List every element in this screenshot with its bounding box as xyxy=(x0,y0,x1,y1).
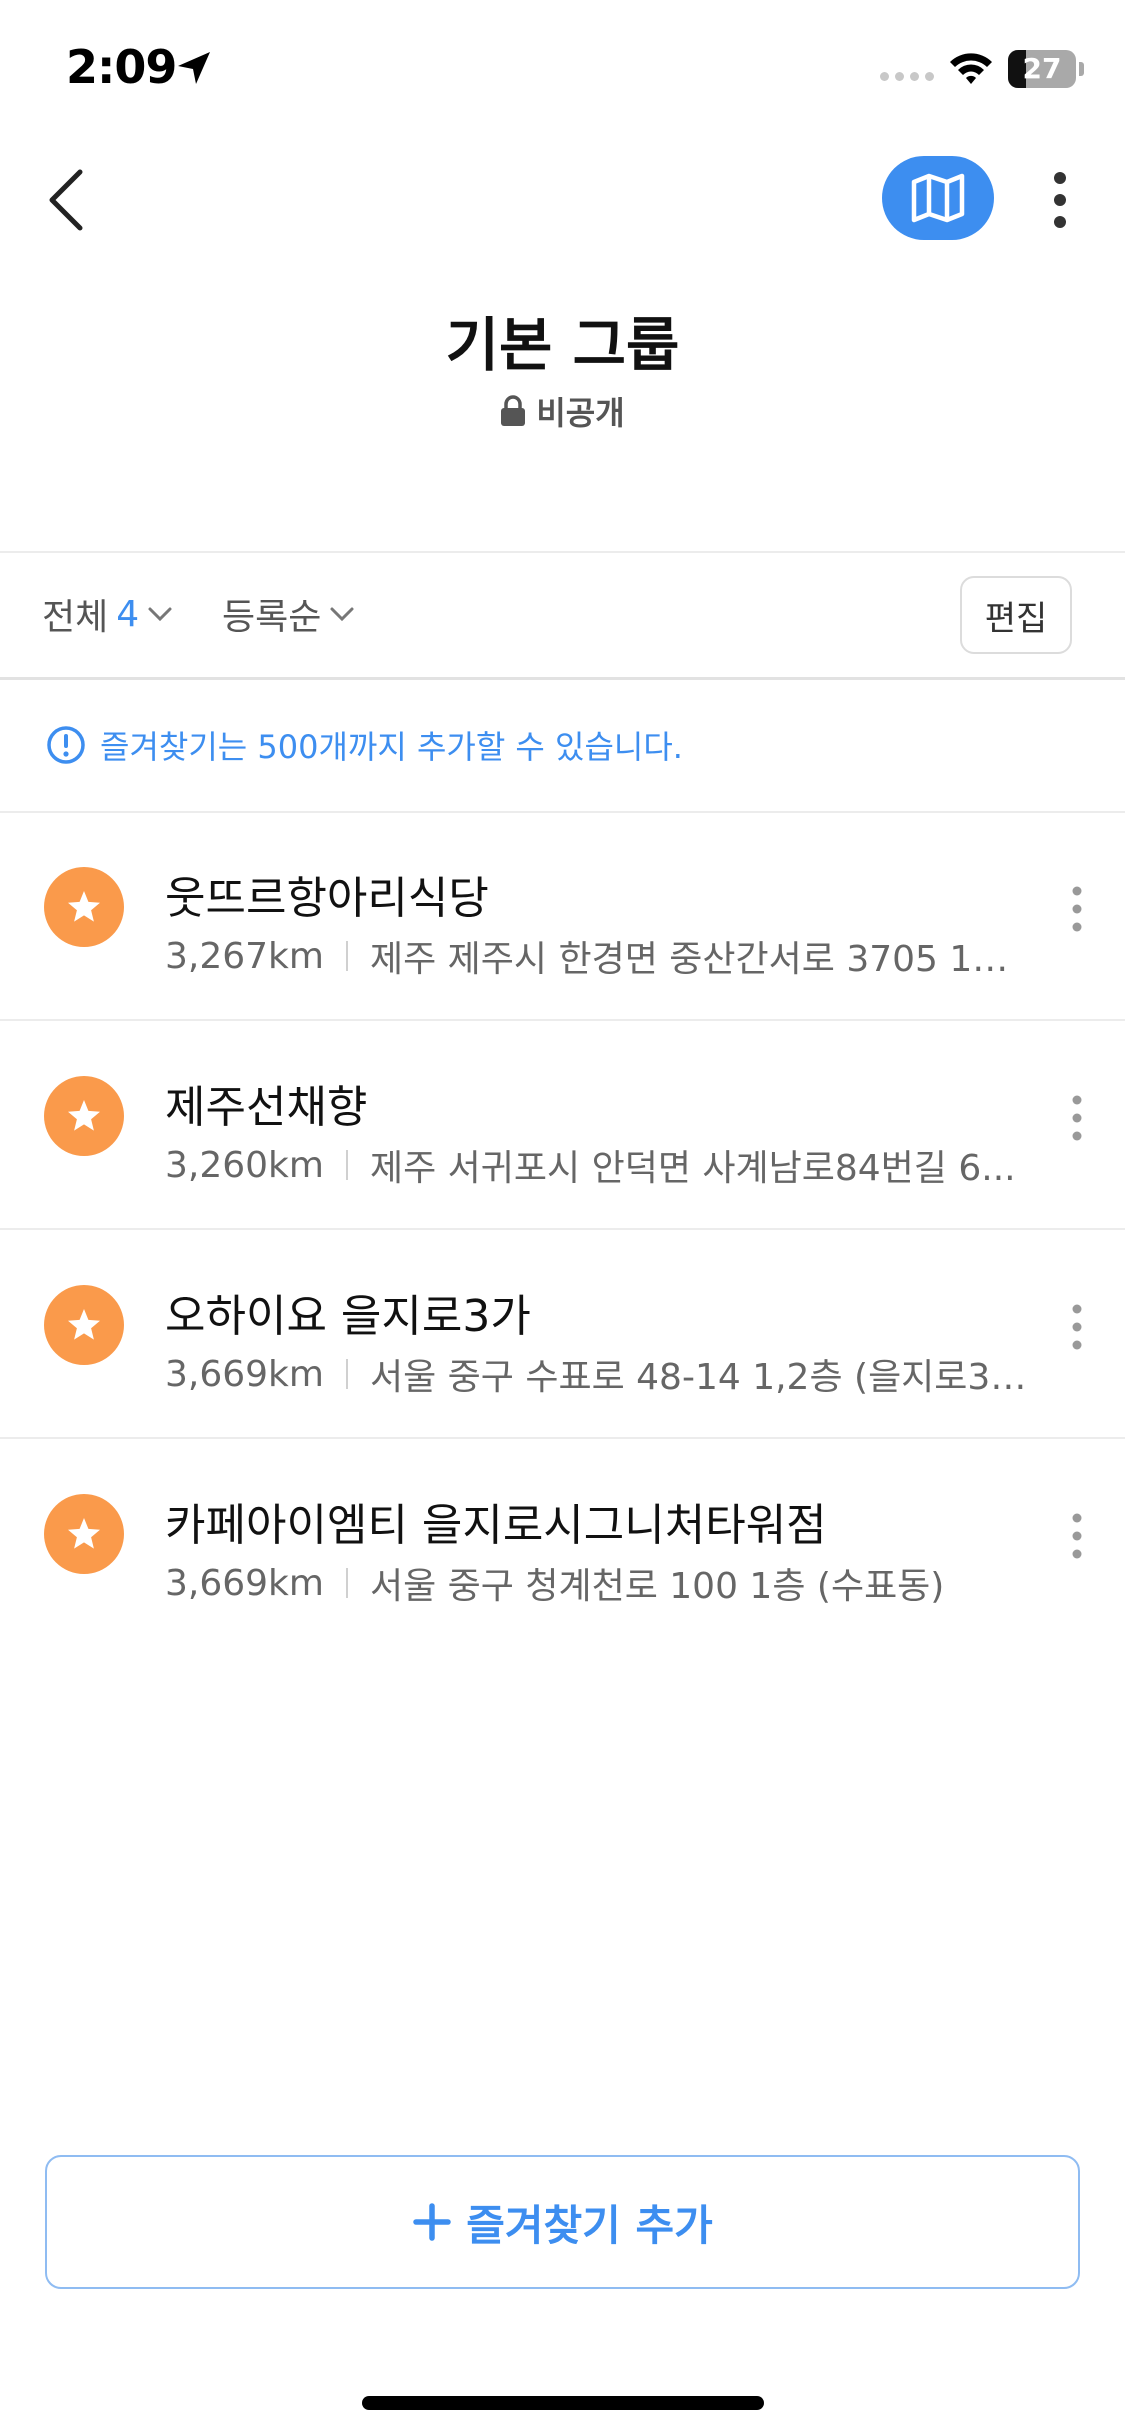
star-badge xyxy=(44,1285,124,1365)
place-more-button[interactable] xyxy=(1062,874,1092,944)
plus-icon xyxy=(413,2203,452,2241)
more-options-button[interactable] xyxy=(1040,160,1080,240)
map-icon xyxy=(911,173,965,223)
place-meta: 3,669km 서울 중구 청계천로 100 1층 (수표동) xyxy=(165,1557,1035,1609)
screen: 2:09 27 기본 그룹 비공개 전체 4 등록순 편집 즐겨찾기는 500개… xyxy=(0,0,1125,2436)
battery-level: 27 xyxy=(1022,52,1062,85)
favorites-limit-notice: 즐겨찾기는 500개까지 추가할 수 있습니다. xyxy=(46,722,683,768)
page-title: 기본 그룹 xyxy=(445,311,680,379)
notice-text: 즐겨찾기는 500개까지 추가할 수 있습니다. xyxy=(100,728,683,766)
place-distance: 3,267km xyxy=(165,935,324,977)
place-meta: 3,669km 서울 중구 수표로 48-14 1,2층 (을지로3… xyxy=(165,1348,1035,1400)
place-address: 서울 중구 수표로 48-14 1,2층 (을지로3… xyxy=(369,1357,1027,1398)
home-indicator xyxy=(362,2396,764,2410)
place-address: 제주 서귀포시 안덕면 사계남로84번길 6... xyxy=(369,1148,1016,1189)
place-meta: 3,267km 제주 제주시 한경면 중산간서로 3705 1… xyxy=(165,930,1035,982)
privacy-label: 비공개 xyxy=(536,394,625,432)
star-icon xyxy=(68,891,100,922)
star-icon xyxy=(68,1309,100,1340)
filter-count: 4 xyxy=(116,593,140,635)
sort-dropdown[interactable]: 등록순 xyxy=(222,588,355,640)
star-badge xyxy=(44,1076,124,1156)
list-item[interactable]: 웃뜨르항아리식당 3,267km 제주 제주시 한경면 중산간서로 3705 1… xyxy=(0,812,1125,1021)
privacy-status: 비공개 xyxy=(0,388,1125,434)
filter-all-label: 전체 xyxy=(42,597,109,638)
back-chevron-icon xyxy=(49,169,83,231)
place-address: 서울 중구 청계천로 100 1층 (수표동) xyxy=(369,1566,945,1607)
sort-label: 등록순 xyxy=(222,597,322,638)
place-address: 제주 제주시 한경면 중산간서로 3705 1… xyxy=(369,939,1009,980)
star-badge xyxy=(44,867,124,947)
list-item[interactable]: 제주선채향 3,260km 제주 서귀포시 안덕면 사계남로84번길 6... xyxy=(0,1021,1125,1230)
wifi-icon xyxy=(950,53,992,84)
favorites-list: 웃뜨르항아리식당 3,267km 제주 제주시 한경면 중산간서로 3705 1… xyxy=(0,812,1125,1648)
more-vertical-icon xyxy=(1072,1304,1082,1350)
map-view-button[interactable] xyxy=(882,156,994,240)
status-bar: 2:09 27 xyxy=(0,0,1125,140)
place-more-button[interactable] xyxy=(1062,1292,1092,1362)
cellular-signal-icon xyxy=(880,72,934,81)
place-name: 오하이요 을지로3가 xyxy=(165,1291,531,1342)
place-distance: 3,669km xyxy=(165,1353,324,1395)
list-item[interactable]: 오하이요 을지로3가 3,669km 서울 중구 수표로 48-14 1,2층 … xyxy=(0,1230,1125,1439)
chevron-down-icon xyxy=(148,607,172,622)
star-icon xyxy=(68,1100,100,1131)
edit-button[interactable]: 편집 xyxy=(960,576,1072,654)
star-icon xyxy=(68,1518,100,1549)
place-name: 카페아이엠티 을지로시그니처타워점 xyxy=(165,1500,827,1551)
place-more-button[interactable] xyxy=(1062,1083,1092,1153)
meta-separator xyxy=(345,1359,348,1389)
more-vertical-icon xyxy=(1072,1095,1082,1141)
add-favorite-button[interactable]: 즐겨찾기 추가 xyxy=(45,2155,1080,2289)
place-more-button[interactable] xyxy=(1062,1501,1092,1571)
place-distance: 3,669km xyxy=(165,1562,324,1604)
info-icon xyxy=(47,726,85,764)
place-meta: 3,260km 제주 서귀포시 안덕면 사계남로84번길 6... xyxy=(165,1139,1035,1191)
more-vertical-icon xyxy=(1072,1513,1082,1559)
filter-all-dropdown[interactable]: 전체 4 xyxy=(42,588,173,640)
battery-icon: 27 xyxy=(1008,50,1084,88)
chevron-down-icon xyxy=(330,607,354,622)
place-distance: 3,260km xyxy=(165,1144,324,1186)
place-name: 제주선채향 xyxy=(165,1082,368,1133)
more-vertical-icon xyxy=(1072,886,1082,932)
divider xyxy=(0,677,1125,680)
lock-icon xyxy=(501,395,526,426)
divider xyxy=(0,551,1125,553)
add-favorite-label: 즐겨찾기 추가 xyxy=(466,2200,713,2250)
more-vertical-icon xyxy=(1054,172,1066,228)
list-item[interactable]: 카페아이엠티 을지로시그니처타워점 3,669km 서울 중구 청계천로 100… xyxy=(0,1439,1125,1648)
meta-separator xyxy=(345,1568,348,1598)
back-button[interactable] xyxy=(36,160,96,240)
place-name: 웃뜨르항아리식당 xyxy=(165,873,489,924)
status-time: 2:09 xyxy=(66,40,177,94)
location-arrow-icon xyxy=(178,52,210,84)
star-badge xyxy=(44,1494,124,1574)
meta-separator xyxy=(345,941,348,971)
meta-separator xyxy=(345,1150,348,1180)
